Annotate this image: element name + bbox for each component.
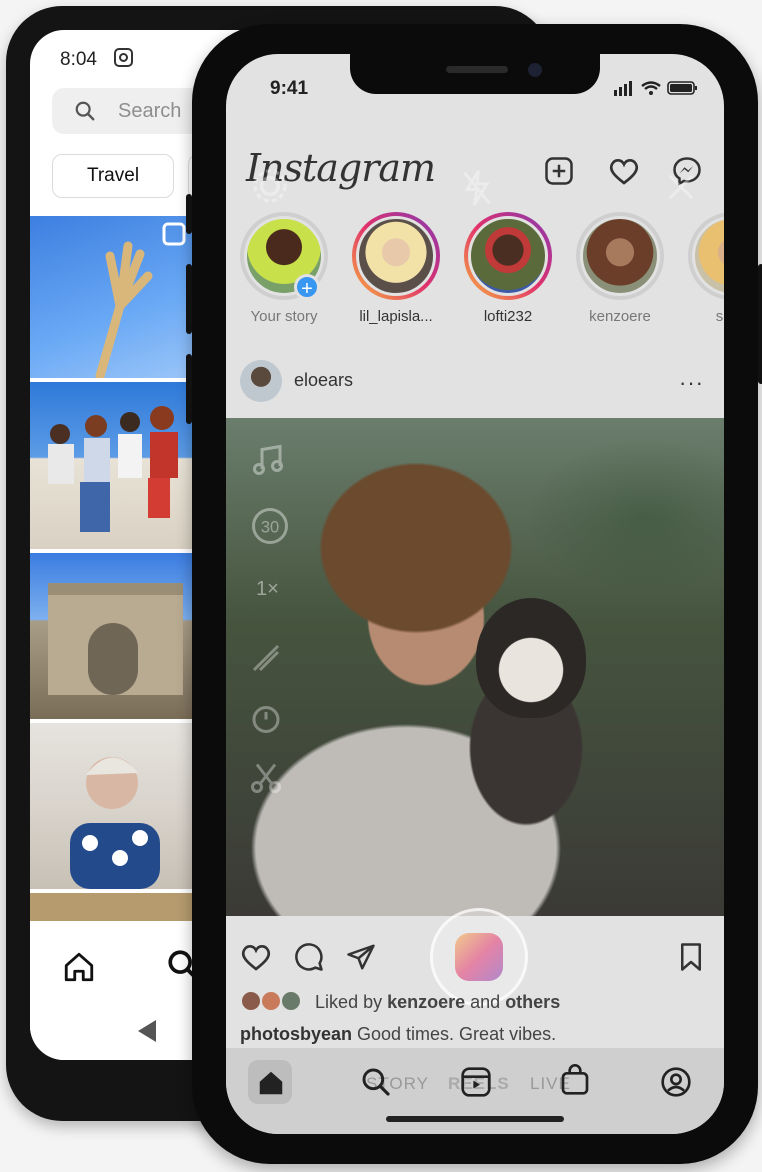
volume-down-button	[186, 354, 192, 424]
share-icon[interactable]	[346, 942, 376, 972]
story-sapp[interactable]: sapp	[682, 212, 724, 325]
story-ring	[688, 212, 724, 300]
speaker	[446, 66, 508, 73]
search-icon[interactable]	[360, 1066, 392, 1098]
post-avatar[interactable]	[240, 360, 282, 402]
story-lofti232[interactable]: lofti232	[458, 212, 558, 325]
scissors-icon	[251, 763, 281, 793]
like-icon[interactable]	[240, 942, 272, 972]
heart-icon[interactable]	[608, 156, 640, 186]
explore-photo-partial[interactable]	[30, 893, 200, 921]
mute-switch	[186, 194, 192, 234]
shop-icon[interactable]	[560, 1064, 590, 1096]
music-icon	[253, 444, 283, 475]
android-back-icon[interactable]	[138, 1020, 156, 1042]
avatar	[356, 216, 436, 296]
front-camera	[528, 63, 542, 77]
story-ring	[464, 212, 552, 300]
profile-icon[interactable]	[660, 1066, 692, 1098]
instagram-feed-screen: 9:41 Instagram + Your story lil_lapisla.…	[226, 54, 724, 1134]
home-icon[interactable]	[62, 950, 96, 984]
flash-off-icon	[463, 170, 491, 206]
liked-prefix: Liked by	[315, 992, 388, 1012]
comment-icon[interactable]	[294, 942, 324, 972]
countdown-icon	[252, 706, 280, 733]
liker-avatar	[240, 990, 262, 1012]
instagram-notification-icon	[114, 48, 134, 67]
status-time: 9:41	[270, 78, 309, 99]
search-icon	[75, 101, 95, 121]
iphone: 9:41 Instagram + Your story lil_lapisla.…	[186, 24, 762, 1164]
layout-icon	[252, 644, 280, 672]
explore-photo-friends[interactable]	[30, 382, 200, 549]
explore-photo-woman[interactable]	[30, 723, 200, 889]
story-ring	[576, 212, 664, 300]
caption-text: Good times. Great vibes.	[352, 1024, 557, 1044]
story-name: sapp	[715, 308, 724, 325]
liked-and: and	[465, 992, 506, 1012]
volume-up-button	[186, 264, 192, 334]
post-actions	[240, 934, 710, 978]
story-name: lofti232	[483, 308, 533, 325]
cat	[476, 598, 586, 718]
add-story-icon[interactable]: +	[294, 274, 320, 300]
timer-icon: 30	[252, 508, 288, 544]
stories-tray: + Your story lil_lapisla... lofti232 ken…	[226, 212, 724, 352]
avatar	[580, 216, 660, 296]
speed-label: 1×	[256, 578, 279, 600]
liked-others[interactable]: others	[505, 992, 560, 1012]
reels-tab-icon[interactable]	[460, 1066, 492, 1098]
post-photo[interactable]: 30 1×	[226, 418, 724, 916]
explore-photo-arch[interactable]	[30, 553, 200, 719]
story-name: Your story	[250, 308, 318, 325]
android-status-bar: 8:04	[60, 48, 134, 71]
status-icons	[614, 81, 697, 96]
story-name: lil_lapisla...	[359, 308, 433, 325]
liker-avatar	[280, 990, 303, 1012]
story-your-story[interactable]: + Your story	[234, 212, 334, 325]
settings-gear-icon	[253, 169, 287, 203]
story-name: kenzoere	[589, 308, 651, 325]
chip-travel[interactable]: Travel	[52, 154, 174, 198]
post-caption: photosbyean Good times. Great vibes.	[240, 1024, 556, 1045]
android-time: 8:04	[60, 49, 97, 70]
caption-user[interactable]: photosbyean	[240, 1024, 352, 1044]
liker-avatar	[260, 990, 283, 1012]
explore-photo-hand[interactable]	[30, 216, 200, 381]
story-lil-lapisla[interactable]: lil_lapisla...	[346, 212, 446, 325]
avatar	[692, 216, 724, 296]
home-indicator	[386, 1116, 564, 1122]
home-icon[interactable]	[256, 1068, 286, 1098]
story-ring	[352, 212, 440, 300]
side-button	[758, 264, 762, 384]
avatar	[468, 216, 548, 296]
more-options-icon[interactable]: ···	[679, 370, 704, 396]
liked-user[interactable]: kenzoere	[387, 992, 465, 1012]
save-icon[interactable]	[678, 942, 704, 972]
liked-by-line: Liked by kenzoere and others	[240, 990, 560, 1013]
notch	[350, 54, 600, 94]
post-username[interactable]: eloears	[294, 370, 353, 391]
story-kenzoere[interactable]: kenzoere	[570, 212, 670, 325]
new-post-icon[interactable]	[544, 156, 574, 186]
search-placeholder: Search	[118, 100, 182, 122]
close-icon	[668, 174, 694, 200]
timer-value: 30	[261, 518, 279, 536]
